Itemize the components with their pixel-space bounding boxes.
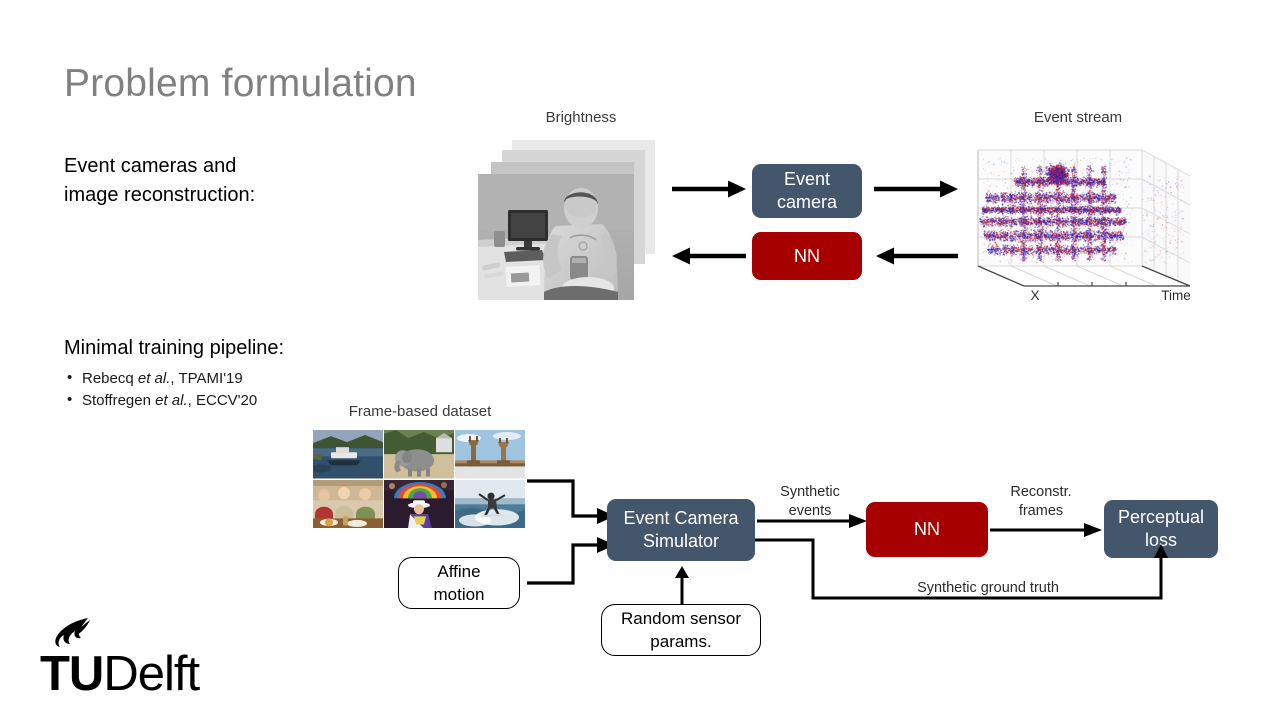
- affine-motion-label: Affine motion: [433, 560, 484, 606]
- dataset-image-boat: [313, 430, 383, 479]
- arrow-nn-to-frames: [672, 245, 746, 267]
- random-sensor-params-box[interactable]: Random sensor params.: [601, 604, 761, 656]
- list-item: Rebecq et al., TPAMI'19: [64, 369, 257, 387]
- reference-etal: et al.: [137, 370, 171, 387]
- logo-bold: TU: [40, 647, 104, 701]
- synthetic-events-line1: Synthetic: [780, 484, 840, 500]
- affine-motion-line1: Affine: [437, 562, 481, 581]
- arrow-params-to-simulator: [673, 566, 691, 604]
- reference-author: Rebecq: [82, 370, 134, 387]
- dataset-image-elephant: [384, 430, 454, 479]
- lead-line-1: Event cameras and: [64, 155, 237, 177]
- lead-paragraph: Event cameras and image reconstruction:: [64, 152, 255, 210]
- event-camera-simulator-box[interactable]: Event Camera Simulator: [607, 499, 755, 561]
- random-params-line2: params.: [650, 632, 712, 651]
- random-params-line1: Random sensor: [620, 609, 741, 628]
- event-camera-box[interactable]: Event camera: [752, 164, 862, 218]
- random-params-label: Random sensor params.: [621, 607, 741, 653]
- nn-box-top[interactable]: NN: [752, 232, 862, 280]
- simulator-label: Event Camera Simulator: [623, 507, 738, 553]
- affine-motion-line2: motion: [433, 585, 485, 604]
- list-item: Stoffregen et al., ECCV'20: [64, 391, 258, 409]
- affine-motion-box[interactable]: Affine motion: [398, 557, 520, 609]
- perceptual-loss-line1: Perceptual: [1117, 507, 1205, 527]
- reference-venue: , TPAMI'19: [170, 370, 243, 387]
- reconstr-frames-label: Reconstr. frames: [993, 483, 1089, 521]
- event-stream-3d-axes: [977, 149, 1191, 287]
- arrow-simulator-to-nn: [757, 512, 867, 530]
- connector-affine-to-simulator: [527, 537, 617, 589]
- axis-label-x: X: [1030, 288, 1040, 303]
- event-camera-label-line1: Event: [783, 169, 831, 189]
- slide-canvas: Problem formulation Event cameras and im…: [0, 0, 1280, 720]
- tu-delft-logo: TUDelft: [40, 616, 200, 701]
- reconstr-frames-line1: Reconstr.: [1010, 484, 1072, 500]
- dataset-image-kitesurfer: [455, 479, 525, 528]
- grayscale-scene-image: [478, 174, 634, 300]
- reconstr-frames-line2: frames: [1018, 503, 1064, 519]
- reference-list: Rebecq et al., TPAMI'19 Stoffregen et al…: [64, 369, 258, 414]
- frame-dataset-grid: [313, 430, 525, 528]
- reference-author: Stoffregen: [82, 392, 151, 409]
- dataset-caption: Frame-based dataset: [348, 403, 492, 420]
- reference-venue: , ECCV'20: [187, 392, 258, 409]
- event-stream-caption: Event stream: [1033, 109, 1123, 126]
- simulator-line1: Event Camera: [623, 508, 739, 528]
- axis-label-time: Time: [1161, 288, 1191, 303]
- arrow-stream-to-nn: [874, 245, 958, 267]
- brightness-caption: Brightness: [545, 109, 617, 126]
- arrow-frames-to-event-camera: [672, 178, 746, 200]
- synthetic-ground-truth-label: Synthetic ground truth: [917, 580, 1059, 596]
- event-camera-label-line2: camera: [776, 192, 838, 212]
- brightness-frame-stack: [478, 140, 658, 310]
- dataset-image-dining: [313, 479, 383, 528]
- page-title: Problem formulation: [64, 62, 417, 105]
- logo-regular: Delft: [103, 647, 200, 701]
- reference-etal: et al.: [155, 392, 188, 409]
- flame-icon: [55, 618, 90, 647]
- event-camera-label: Event camera: [777, 168, 837, 214]
- dataset-image-giraffes: [455, 430, 525, 479]
- dataset-image-umbrella: [384, 479, 454, 528]
- section-heading: Minimal training pipeline:: [64, 337, 285, 359]
- arrow-event-camera-to-stream: [874, 178, 958, 200]
- logo-wordmark: TUDelft: [40, 647, 200, 701]
- lead-line-2: image reconstruction:: [64, 184, 256, 206]
- simulator-line2: Simulator: [642, 531, 720, 551]
- nn-label-top: NN: [794, 245, 820, 266]
- brightness-frame-1: [478, 174, 634, 300]
- connector-dataset-to-simulator: [527, 478, 617, 530]
